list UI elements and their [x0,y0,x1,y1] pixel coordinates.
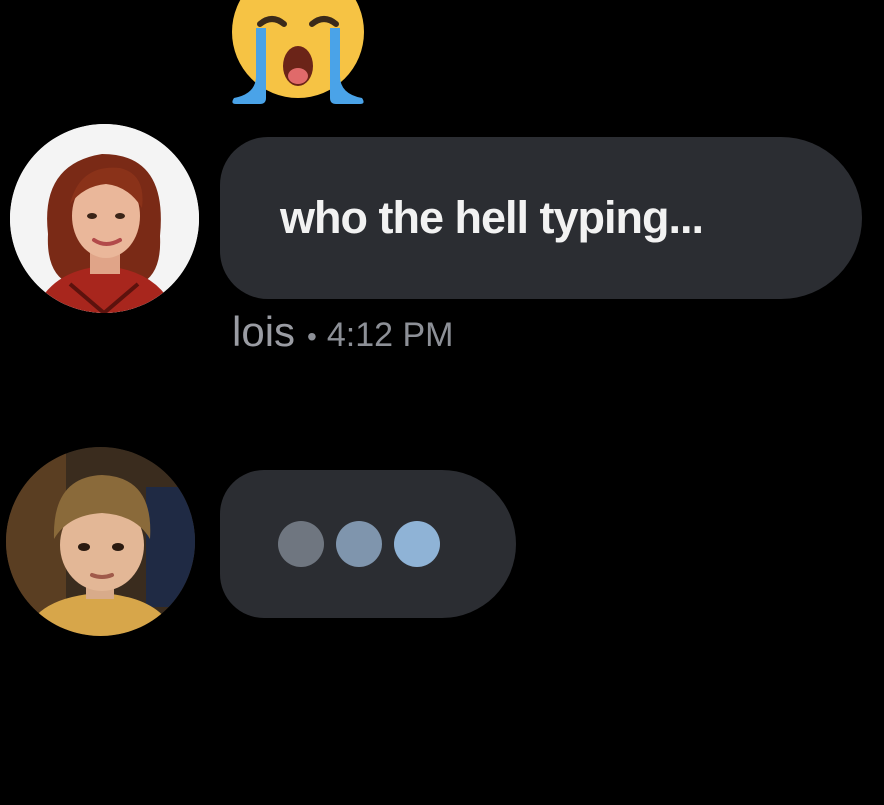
typing-indicator-bubble [220,470,516,618]
typing-dots [278,521,440,567]
crying-face-emoji-icon [226,0,370,110]
meta-separator: • [307,321,317,352]
sender-name[interactable]: lois [232,308,295,356]
boy-avatar-icon [6,447,195,636]
sender-avatar-lois[interactable] [10,124,199,313]
typing-dot [278,521,324,567]
message-meta: lois • 4:12 PM [232,308,453,356]
message-bubble[interactable]: who the hell typing... [220,137,862,299]
typing-user-avatar[interactable] [6,447,195,636]
typing-dot [336,521,382,567]
message-timestamp: 4:12 PM [326,316,454,354]
woman-avatar-icon [10,124,199,313]
typing-dot [394,521,440,567]
message-text: who the hell typing... [280,192,704,243]
